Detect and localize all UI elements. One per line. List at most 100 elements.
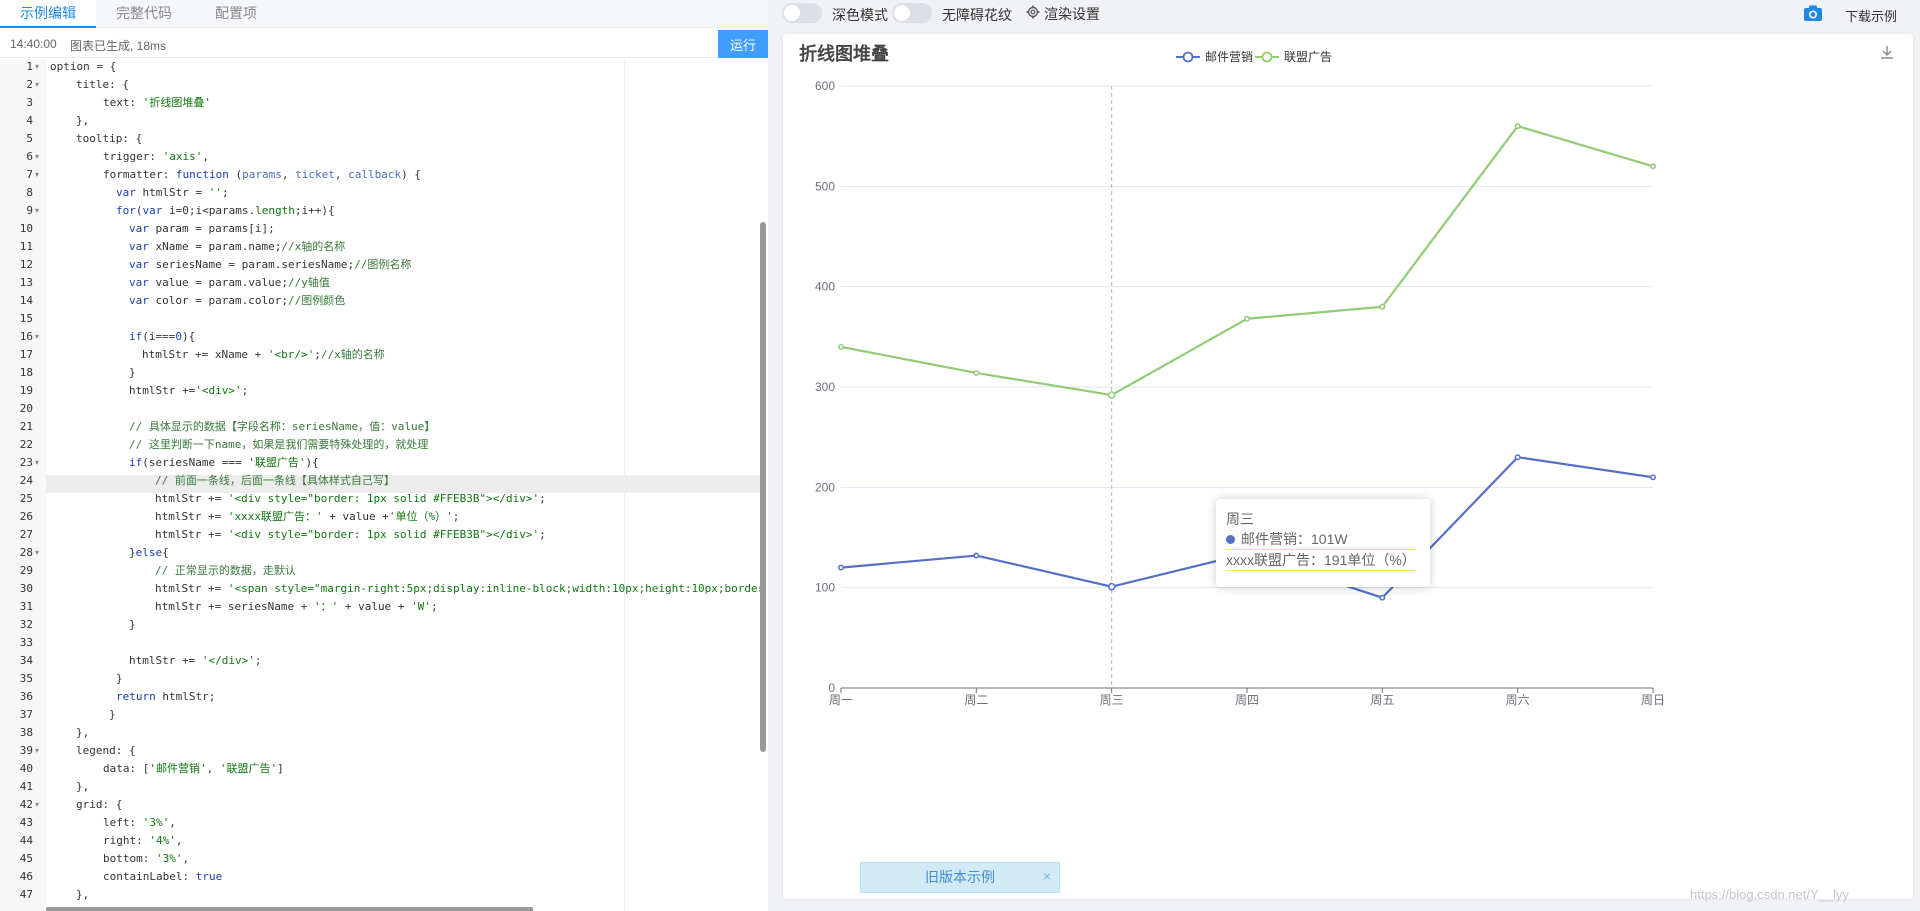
old-version-banner[interactable]: 旧版本示例 × [860,862,1060,893]
line-gutter: 1 ▾ 2 ▾ 3 4 5 6 ▾ 7 ▾ 8 9 ▾ 10 11 12 13 14 15 16 ▾ 17 18 19 20 21 2… [0,59,46,911]
line-number: 35 [19,672,33,685]
line-number: 10 [19,222,33,235]
line-number: 31 [19,600,33,613]
code-line: }, [76,726,90,739]
camera-icon[interactable] [1803,4,1823,22]
line-number: 18 [19,366,33,379]
line-number: 2 [26,78,33,91]
line-number: 39 [19,744,33,757]
legend-label-1: 联盟广告 [1284,50,1332,64]
line-number: 13 [19,276,33,289]
line-number: 38 [19,726,33,739]
a11y-pattern-label: 无障碍花纹 [942,7,1012,23]
dark-mode-toggle[interactable] [782,3,822,23]
code-line: } [116,672,123,685]
legend[interactable]: 邮件营销 联盟广告 [1176,50,1332,64]
gear-icon [1026,5,1040,19]
code-line: grid: { [76,798,123,811]
horizontal-scrollbar[interactable] [46,907,533,911]
fold-arrow-icon[interactable]: ▾ [35,166,45,184]
x-tick-label: 周一 [829,693,853,707]
line-number: 45 [19,852,33,865]
old-version-label: 旧版本示例 [925,869,995,885]
tab-config[interactable]: 配置项 [192,0,280,28]
fold-arrow-icon[interactable]: ▾ [35,76,45,94]
code-line: htmlStr += seriesName + '：' + value + 'W… [155,600,438,613]
data-point [1107,582,1116,591]
code-line: // 前面一条线，后面一条线【具体样式自己写】 [155,474,395,487]
line-number: 4 [26,114,33,127]
code-line: tooltip: { [76,132,143,145]
render-settings-label: 渲染设置 [1044,6,1100,22]
tooltip-row-union: xxxx联盟广告：191单位（%） [1226,552,1416,568]
tab-full-code[interactable]: 完整代码 [96,0,192,28]
data-point [838,564,844,571]
line-number: 9 [26,204,33,217]
legend-item-1[interactable]: 联盟广告 [1255,50,1332,64]
status-bar: 14:40:00 图表已生成, 18ms 运行 [0,30,768,58]
fold-arrow-icon[interactable]: ▾ [35,544,45,562]
fold-arrow-icon[interactable]: ▾ [35,796,45,814]
code-line: bottom: '3%', [103,852,190,865]
tooltip-title: 周三 [1226,511,1254,527]
download-chart-icon[interactable] [1881,46,1893,59]
fold-arrow-icon[interactable]: ▾ [35,454,45,472]
data-point [973,552,980,559]
series-line-1 [840,125,1654,397]
run-button[interactable]: 运行 [718,30,768,58]
fold-arrow-icon[interactable]: ▾ [35,742,45,760]
data-point [1514,123,1521,130]
x-tick-label: 周三 [1100,693,1124,707]
line-number: 28 [19,546,33,559]
line-number: 26 [19,510,33,523]
fold-arrow-icon[interactable]: ▾ [35,202,45,220]
tooltip-divider [1226,570,1416,571]
x-tick-label: 周日 [1641,693,1665,707]
close-icon[interactable]: × [1043,863,1051,890]
panel-splitter[interactable] [768,0,782,911]
line-number: 30 [19,582,33,595]
tab-example-edit[interactable]: 示例编辑 [0,0,96,28]
fold-arrow-icon[interactable]: ▾ [35,328,45,346]
code-line: }else{ [129,546,169,559]
code-editor[interactable]: 1 ▾ 2 ▾ 3 4 5 6 ▾ 7 ▾ 8 9 ▾ 10 11 12 13 14 15 16 ▾ 17 18 19 20 21 2… [0,59,768,911]
code-line: } [129,618,136,631]
data-point [1514,454,1521,461]
legend-item-0[interactable]: 邮件营销 [1176,50,1253,64]
x-tick-label: 周四 [1235,693,1259,707]
fold-arrow-icon[interactable]: ▾ [35,59,45,76]
line-number: 46 [19,870,33,883]
series-dot-icon [1226,535,1235,544]
code-line: right: '4%', [103,834,183,847]
line-number: 24 [19,474,33,487]
code-line: htmlStr += xName + '<br/>';//x轴的名称 [142,348,385,361]
data-point [1244,315,1250,322]
code-line: if(i===0){ [129,330,196,343]
status-time: 14:40:00 [10,37,57,51]
code-line: legend: { [76,744,136,757]
line-number: 12 [19,258,33,271]
vertical-scrollbar[interactable] [760,222,766,752]
line-number: 43 [19,816,33,829]
line-number: 37 [19,708,33,721]
data-point [1379,594,1386,601]
line-number: 14 [19,294,33,307]
line-number: 7 [26,168,33,181]
fold-arrow-icon[interactable]: ▾ [35,148,45,166]
chart-title: 折线图堆叠 [799,43,889,64]
code-line: trigger: 'axis', [103,150,209,163]
code-line: var htmlStr = ''; [116,186,229,199]
download-example-button[interactable]: 下载示例 [1845,6,1897,25]
app-root: 示例编辑 完整代码 配置项 14:40:00 图表已生成, 18ms 运行 1 ▾… [0,0,1920,911]
line-number: 16 [19,330,33,343]
line-number: 15 [19,312,33,325]
line-number: 3 [26,96,33,109]
y-tick-label: 300 [815,380,835,394]
code-line: var color = param.color;//图例颜色 [129,294,346,307]
code-line: var value = param.value;//y轴值 [129,276,330,289]
line-chart[interactable]: 折线图堆叠 邮件营销 联盟广告 0100200300400500600 周一 周… [783,34,1913,899]
code-content[interactable]: option = { title: { text: '折线图堆叠' }, too… [46,59,760,911]
y-tick-label: 400 [815,280,835,294]
a11y-pattern-toggle[interactable] [892,3,932,23]
line-number: 21 [19,420,33,433]
